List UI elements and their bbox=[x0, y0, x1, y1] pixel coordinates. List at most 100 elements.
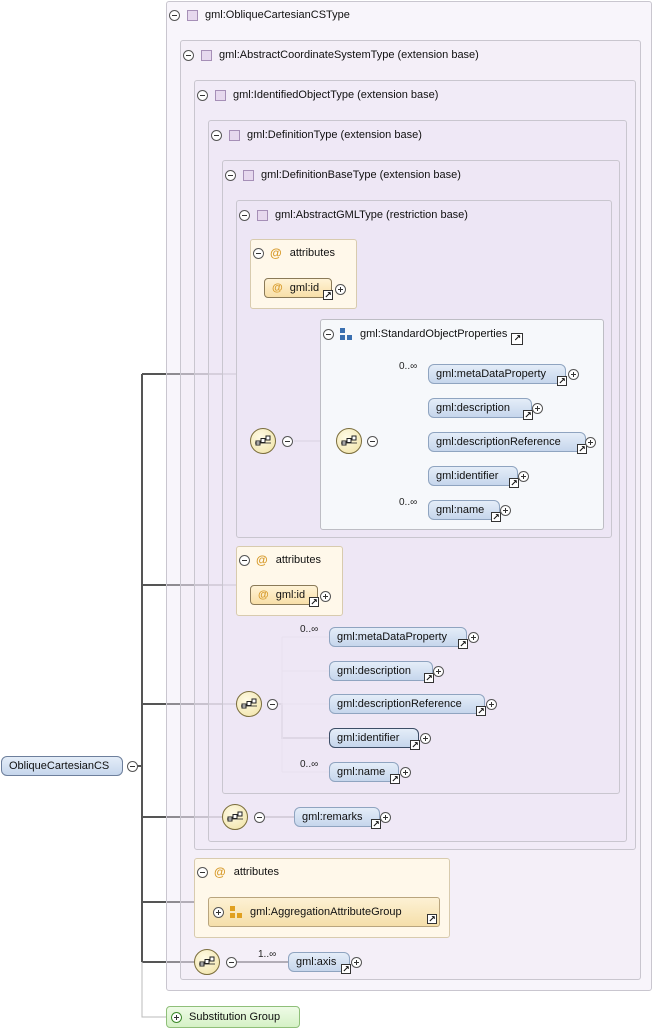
collapse-icon[interactable] bbox=[267, 699, 278, 710]
element-remarks[interactable]: gml:remarks ↗ bbox=[294, 807, 381, 829]
link-arrow-icon[interactable]: ↗ bbox=[511, 333, 524, 345]
attribute-name: gml:id bbox=[289, 282, 320, 294]
link-arrow-icon[interactable]: ↗ bbox=[323, 290, 333, 300]
attribute-icon: @ bbox=[270, 246, 282, 260]
definition-type-header[interactable]: gml:DefinitionType (extension base) bbox=[211, 126, 422, 144]
element-description-reference[interactable]: gml:descriptionReference ↗ bbox=[329, 694, 486, 716]
attributes-header[interactable]: @ attributes bbox=[239, 551, 321, 569]
expand-icon[interactable] bbox=[518, 471, 529, 482]
sequence-compositor-icon[interactable] bbox=[236, 691, 262, 717]
element-metadata-property[interactable]: gml:metaDataProperty ↗ bbox=[329, 627, 468, 649]
expand-icon[interactable] bbox=[213, 906, 224, 918]
link-arrow-icon[interactable]: ↗ bbox=[557, 376, 567, 386]
expand-icon[interactable] bbox=[400, 767, 411, 778]
element-description-reference[interactable]: gml:descriptionReference ↗ bbox=[428, 432, 587, 454]
standard-object-properties-header[interactable]: gml:StandardObjectProperties ↗ bbox=[323, 325, 524, 345]
element-description[interactable]: gml:description ↗ bbox=[428, 398, 533, 420]
collapse-icon[interactable] bbox=[254, 812, 265, 823]
group-name: gml:StandardObjectProperties bbox=[360, 328, 508, 340]
abstract-cs-type-header[interactable]: gml:AbstractCoordinateSystemType (extens… bbox=[183, 46, 479, 64]
complex-type-icon bbox=[215, 89, 226, 101]
element-axis[interactable]: gml:axis ↗ bbox=[288, 952, 351, 974]
aggregation-attribute-group[interactable]: gml:AggregationAttributeGroup ↗ bbox=[208, 897, 440, 927]
attributes-header[interactable]: @ attributes bbox=[253, 244, 335, 262]
link-arrow-icon[interactable]: ↗ bbox=[371, 819, 381, 829]
collapse-icon[interactable] bbox=[225, 169, 236, 181]
collapse-icon[interactable] bbox=[197, 89, 208, 101]
expand-icon[interactable] bbox=[171, 1011, 182, 1023]
collapse-icon[interactable] bbox=[197, 866, 208, 878]
link-arrow-icon[interactable]: ↗ bbox=[390, 774, 400, 784]
sequence-compositor-icon[interactable] bbox=[336, 428, 362, 454]
type-name: gml:DefinitionBaseType (extension base) bbox=[261, 169, 461, 181]
link-arrow-icon[interactable]: ↗ bbox=[458, 639, 468, 649]
expand-icon[interactable] bbox=[380, 812, 391, 823]
collapse-icon[interactable] bbox=[282, 436, 293, 447]
collapse-icon[interactable] bbox=[239, 554, 250, 566]
complex-type-icon bbox=[229, 129, 240, 141]
attribute-gml-id[interactable]: @ gml:id ↗ bbox=[250, 585, 319, 607]
collapse-icon[interactable] bbox=[169, 9, 180, 21]
collapse-icon[interactable] bbox=[239, 209, 250, 221]
element-name: gml:identifier bbox=[436, 470, 499, 482]
attribute-icon: @ bbox=[256, 553, 268, 567]
expand-icon[interactable] bbox=[468, 632, 479, 643]
element-name[interactable]: gml:name ↗ bbox=[428, 500, 501, 522]
collapse-icon[interactable] bbox=[183, 49, 194, 61]
collapse-icon[interactable] bbox=[367, 436, 378, 447]
element-identifier[interactable]: gml:identifier ↗ bbox=[329, 728, 420, 750]
element-identifier[interactable]: gml:identifier ↗ bbox=[428, 466, 519, 488]
root-element-oblique-cartesian-cs[interactable]: ObliqueCartesianCS bbox=[1, 756, 123, 776]
collapse-icon[interactable] bbox=[127, 761, 138, 772]
link-arrow-icon[interactable]: ↗ bbox=[523, 410, 533, 420]
link-arrow-icon[interactable]: ↗ bbox=[427, 914, 437, 924]
link-arrow-icon[interactable]: ↗ bbox=[509, 478, 519, 488]
expand-icon[interactable] bbox=[335, 284, 346, 295]
element-name-label: gml:name bbox=[436, 504, 485, 516]
element-name: gml:identifier bbox=[337, 732, 400, 744]
attribute-gml-id[interactable]: @ gml:id ↗ bbox=[264, 278, 333, 300]
expand-icon[interactable] bbox=[532, 403, 543, 414]
group-name: gml:AggregationAttributeGroup bbox=[250, 906, 402, 918]
attributes-header[interactable]: @ attributes bbox=[197, 863, 279, 881]
sequence-compositor-icon[interactable] bbox=[250, 428, 276, 454]
element-name: ObliqueCartesianCS bbox=[9, 760, 110, 772]
collapse-icon[interactable] bbox=[226, 957, 237, 968]
link-arrow-icon[interactable]: ↗ bbox=[341, 964, 351, 974]
element-name-label: gml:name bbox=[337, 766, 386, 778]
element-name: gml:axis bbox=[296, 956, 337, 968]
standard-object-properties-box bbox=[320, 319, 604, 530]
sequence-compositor-icon[interactable] bbox=[194, 949, 220, 975]
link-arrow-icon[interactable]: ↗ bbox=[309, 597, 319, 607]
element-metadata-property[interactable]: gml:metaDataProperty ↗ bbox=[428, 364, 567, 386]
expand-icon[interactable] bbox=[486, 699, 497, 710]
link-arrow-icon[interactable]: ↗ bbox=[424, 673, 434, 683]
collapse-icon[interactable] bbox=[323, 328, 334, 340]
link-arrow-icon[interactable]: ↗ bbox=[410, 740, 420, 750]
complex-type-icon bbox=[257, 209, 268, 221]
definition-base-type-header[interactable]: gml:DefinitionBaseType (extension base) bbox=[225, 166, 461, 184]
collapse-icon[interactable] bbox=[211, 129, 222, 141]
sequence-compositor-icon[interactable] bbox=[222, 804, 248, 830]
link-arrow-icon[interactable]: ↗ bbox=[476, 706, 486, 716]
type-name: gml:AbstractGMLType (restriction base) bbox=[275, 209, 468, 221]
link-arrow-icon[interactable]: ↗ bbox=[491, 512, 501, 522]
collapse-icon[interactable] bbox=[253, 247, 264, 259]
element-description[interactable]: gml:description ↗ bbox=[329, 661, 434, 683]
oblique-cartesian-cs-type-header[interactable]: gml:ObliqueCartesianCSType bbox=[169, 6, 350, 24]
expand-icon[interactable] bbox=[320, 591, 331, 602]
expand-icon[interactable] bbox=[433, 666, 444, 677]
identified-object-type-header[interactable]: gml:IdentifiedObjectType (extension base… bbox=[197, 86, 438, 104]
expand-icon[interactable] bbox=[420, 733, 431, 744]
element-name[interactable]: gml:name ↗ bbox=[329, 762, 400, 784]
expand-icon[interactable] bbox=[351, 957, 362, 968]
substitution-group[interactable]: Substitution Group bbox=[166, 1006, 300, 1028]
type-name: gml:DefinitionType (extension base) bbox=[247, 129, 422, 141]
expand-icon[interactable] bbox=[568, 369, 579, 380]
type-name: gml:AbstractCoordinateSystemType (extens… bbox=[219, 49, 479, 61]
expand-icon[interactable] bbox=[500, 505, 511, 516]
complex-type-icon bbox=[243, 169, 254, 181]
abstract-gml-type-header[interactable]: gml:AbstractGMLType (restriction base) bbox=[239, 206, 468, 224]
cardinality: 0..∞ bbox=[300, 624, 319, 635]
expand-icon[interactable] bbox=[585, 437, 596, 448]
